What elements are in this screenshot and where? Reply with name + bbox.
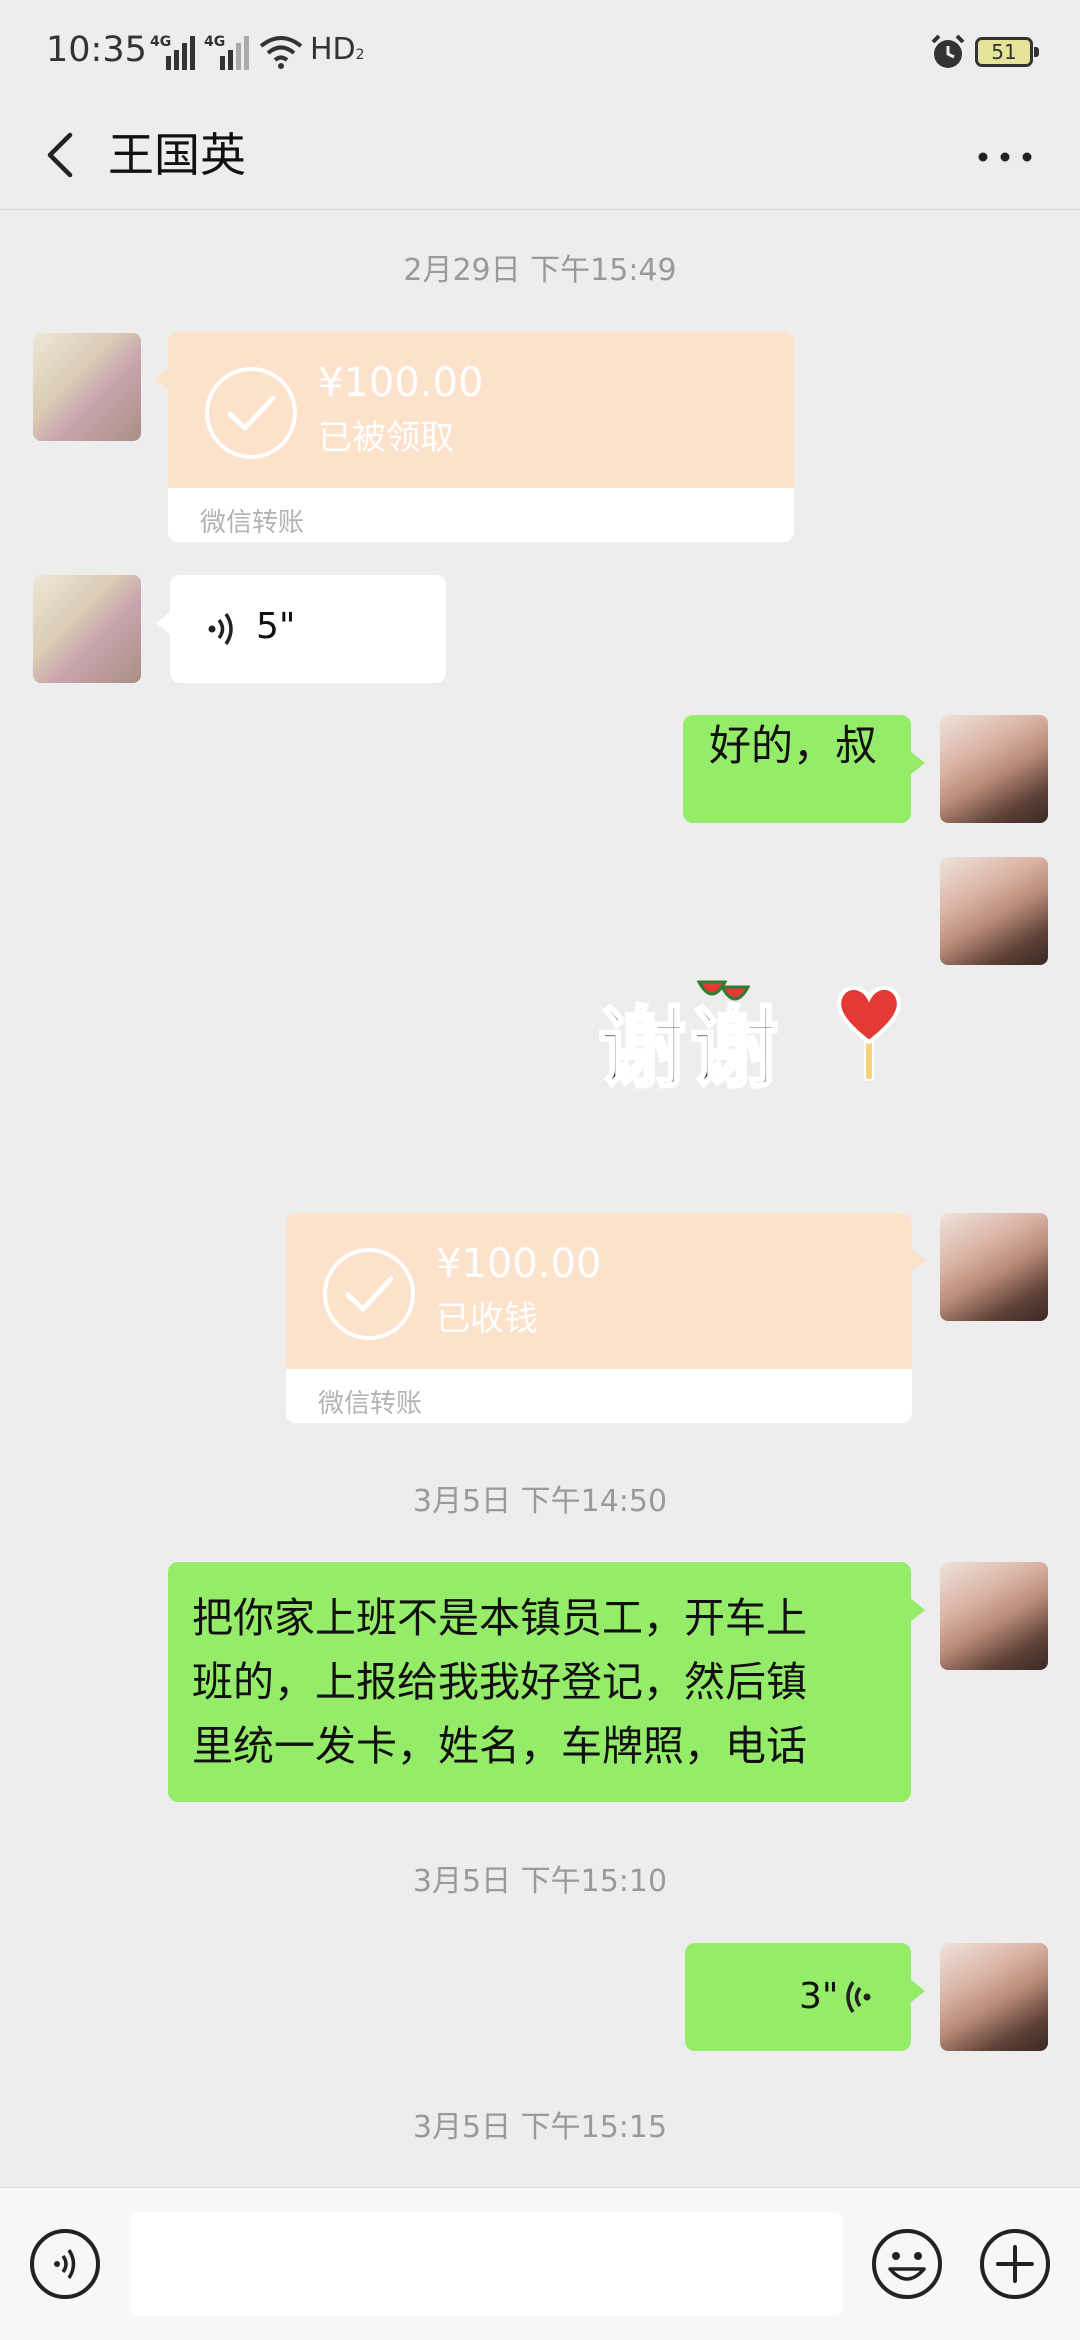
transfer-card-received[interactable]: ¥100.00 已被领取 微信转账 [168, 332, 794, 542]
transfer-card-sent[interactable]: ¥100.00 已收钱 微信转账 [286, 1213, 912, 1423]
voice-message-bubble[interactable]: 3" [685, 1943, 925, 2051]
transfer-status: 已收钱 [436, 1299, 538, 1339]
my-avatar[interactable] [940, 1943, 1048, 2051]
text-message-bubble[interactable]: 好的，叔 [683, 715, 925, 823]
transfer-amount: ¥100.00 [318, 360, 484, 406]
alarm-icon [931, 34, 965, 68]
input-bar [0, 2187, 1080, 2340]
contact-avatar[interactable] [33, 333, 141, 441]
check-circle-icon [205, 367, 297, 459]
sticker-message[interactable]: 谢谢 [590, 960, 910, 1102]
voice-input-icon[interactable] [28, 2227, 102, 2301]
battery-indicator: 51 [975, 37, 1039, 67]
sticker-text: 谢谢 [596, 996, 783, 1102]
timestamp: 3月5日 下午15:15 [412, 2110, 668, 2145]
contact-avatar[interactable] [33, 575, 141, 683]
bubble-tail [911, 1248, 926, 1272]
transfer-status: 已被领取 [318, 418, 454, 458]
message-text-line: 班的，上报给我我好登记，然后镇 [192, 1658, 807, 1706]
status-time: 10:35 [46, 30, 147, 70]
my-avatar[interactable] [940, 1213, 1048, 1321]
timestamp: 3月5日 下午14:50 [412, 1484, 668, 1519]
transfer-amount: ¥100.00 [436, 1241, 602, 1287]
my-avatar[interactable] [940, 857, 1048, 965]
chat-title: 王国英 [108, 128, 246, 182]
voice-message-bubble[interactable]: 5" [156, 575, 446, 683]
watermelon-icon [720, 985, 750, 1001]
add-more-icon[interactable] [978, 2227, 1052, 2301]
voice-duration: 3" [799, 1976, 839, 2017]
back-arrow-icon[interactable] [32, 125, 92, 185]
signal-2-icon: 4G [204, 34, 250, 70]
voice-duration: 5" [256, 606, 296, 647]
emoji-icon[interactable] [870, 2227, 944, 2301]
my-avatar[interactable] [940, 715, 1048, 823]
signal-1-icon: 4G [150, 34, 196, 70]
status-bar: 10:35 4G 4G HD2 51 [0, 0, 1080, 105]
text-message-bubble[interactable]: 把你家上班不是本镇员工，开车上 班的，上报给我我好登记，然后镇 里统一发卡，姓名… [168, 1562, 925, 1802]
message-text: 好的，叔 [709, 721, 878, 770]
voice-wave-icon [846, 1981, 871, 2013]
timestamp: 3月5日 下午15:10 [412, 1864, 668, 1899]
my-avatar[interactable] [940, 1562, 1048, 1670]
voice-wave-icon [208, 613, 233, 645]
heart-lollipop-icon [837, 986, 901, 1081]
message-text-line: 把你家上班不是本镇员工，开车上 [192, 1594, 807, 1642]
wifi-icon [259, 36, 303, 69]
check-circle-icon [323, 1248, 415, 1340]
more-options-icon[interactable] [970, 127, 1040, 187]
message-input[interactable] [130, 2212, 842, 2316]
hd-indicator: HD2 [310, 32, 365, 67]
transfer-label: 微信转账 [200, 508, 305, 538]
message-text-line: 里统一发卡，姓名，车牌照，电话 [192, 1722, 807, 1770]
timestamp: 2月29日 下午15:49 [403, 253, 677, 288]
chat-header: 王国英 [0, 105, 1080, 210]
transfer-label: 微信转账 [318, 1389, 423, 1419]
